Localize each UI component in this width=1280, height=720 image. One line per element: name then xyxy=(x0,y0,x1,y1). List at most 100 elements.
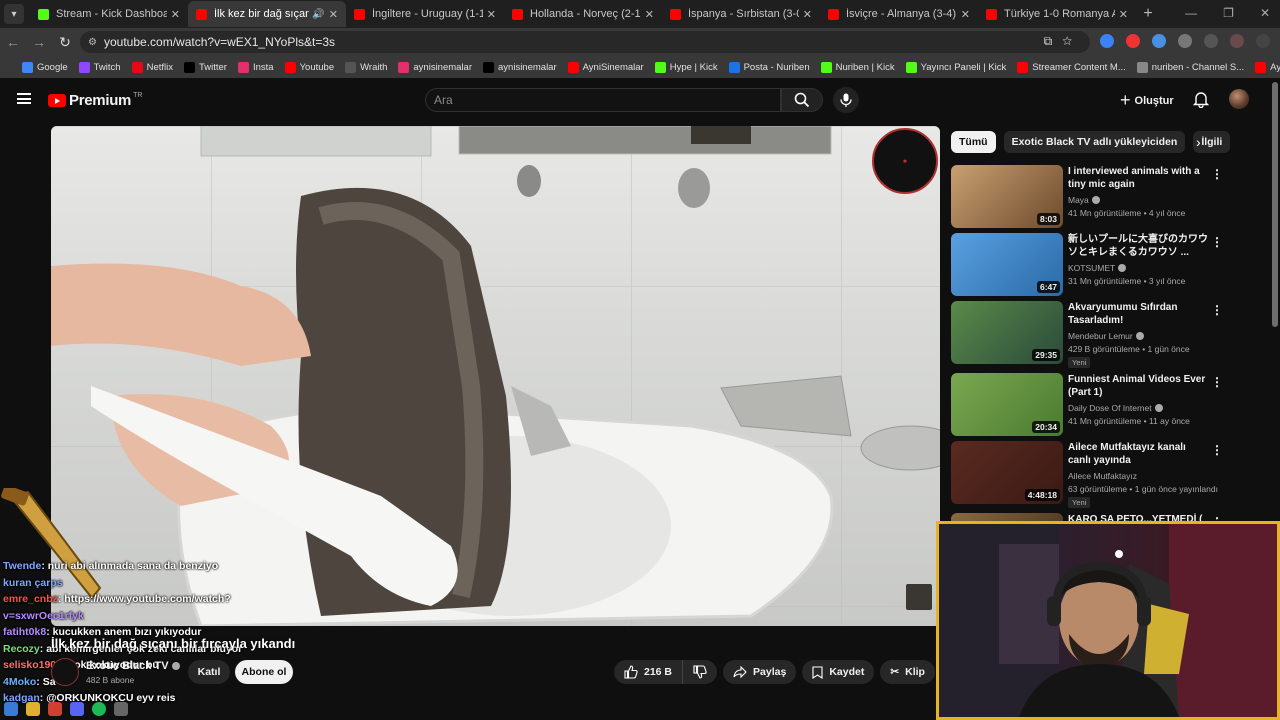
bookmark-item[interactable]: Nuriben | Kick xyxy=(820,61,895,73)
channel-name[interactable]: Exotic Black TV xyxy=(86,660,180,672)
share-button[interactable]: Paylaş xyxy=(723,660,797,684)
close-tab-icon[interactable]: ✕ xyxy=(1119,8,1128,21)
chevron-right-icon[interactable]: › xyxy=(1196,134,1201,150)
bookmark-item[interactable]: nuriben - Channel S... xyxy=(1136,61,1244,73)
page-scrollbar[interactable] xyxy=(1272,82,1278,327)
recommended-video-title[interactable]: Akvaryumumu Sıfırdan Tasarladım! xyxy=(1068,301,1208,327)
clip-button[interactable]: ✂ Klip xyxy=(880,660,935,684)
bookmark-item[interactable]: Posta - Nuriben xyxy=(728,61,810,73)
media-control-icon[interactable] xyxy=(1204,34,1218,48)
file-explorer-icon[interactable] xyxy=(26,702,40,716)
menu-icon[interactable] xyxy=(17,93,31,104)
account-avatar[interactable] xyxy=(1229,89,1249,109)
search-button[interactable] xyxy=(781,88,823,112)
profile-icon[interactable] xyxy=(1230,34,1244,48)
notifications-bell-icon[interactable] xyxy=(1192,90,1210,108)
recommended-video-title[interactable]: 新しいプールに大喜びのカワウソとキレまくるカワウソ ... xyxy=(1068,233,1208,259)
forward-icon[interactable]: → xyxy=(26,34,52,50)
video-thumbnail[interactable]: 8:03 xyxy=(951,165,1063,228)
filter-chip[interactable]: Exotic Black TV adlı yükleyiciden xyxy=(1003,131,1186,153)
bookmark-item[interactable]: Yayıncı Paneli | Kick xyxy=(905,61,1006,73)
close-window-icon[interactable]: ✕ xyxy=(1260,6,1270,20)
recommended-video[interactable]: 4:48:18 Ailece Mutfaktayız kanalı canlı y… xyxy=(951,441,1271,508)
video-player[interactable]: ✶ xyxy=(51,126,940,626)
recommended-channel[interactable]: KOTSUMET xyxy=(1068,263,1127,273)
bookmark-item[interactable]: Twitch xyxy=(78,61,121,73)
browser-tab[interactable]: İsviçre - Almanya (3-4) Maç Öze ✕ xyxy=(820,1,978,27)
more-options-icon[interactable]: ⋮ xyxy=(1211,375,1223,389)
browser-menu-icon[interactable] xyxy=(1256,34,1270,48)
more-options-icon[interactable]: ⋮ xyxy=(1211,443,1223,457)
channel-avatar[interactable] xyxy=(51,658,79,686)
close-tab-icon[interactable]: ✕ xyxy=(329,8,338,21)
maximize-icon[interactable]: ❐ xyxy=(1223,6,1234,20)
more-options-icon[interactable]: ⋮ xyxy=(1211,167,1223,181)
extensions-puzzle-icon[interactable] xyxy=(1178,34,1192,48)
extension-icon[interactable] xyxy=(1126,34,1140,48)
bookmark-item[interactable]: Wraith xyxy=(345,61,387,73)
create-button[interactable]: + Oluştur xyxy=(1120,90,1174,111)
browser-tab[interactable]: İngiltere - Uruguay (1-1) Maç Ö ✕ xyxy=(346,1,504,27)
start-icon[interactable] xyxy=(4,702,18,716)
bookmark-item[interactable]: Netflix xyxy=(131,61,173,73)
chrome-icon[interactable] xyxy=(48,702,62,716)
extension-icon[interactable] xyxy=(1152,34,1166,48)
video-thumbnail[interactable]: 4:48:18 xyxy=(951,441,1063,504)
close-tab-icon[interactable]: ✕ xyxy=(645,8,654,21)
recommended-channel[interactable]: Maya xyxy=(1068,195,1100,205)
close-tab-icon[interactable]: ✕ xyxy=(803,8,812,21)
browser-tab[interactable]: İlk kez bir dağ sıçanı bir fırç🔊 ✕ xyxy=(188,1,346,27)
url-field[interactable]: ⚙ youtube.com/watch?v=wEX1_NYoPls&t=3s ⧉… xyxy=(80,31,1090,53)
subscribe-button[interactable]: Abone ol xyxy=(235,660,293,684)
app-icon[interactable] xyxy=(114,702,128,716)
recommended-video[interactable]: 20:34 Funniest Animal Videos Ever (Part 1… xyxy=(951,373,1271,439)
minimize-icon[interactable]: — xyxy=(1185,6,1197,20)
bookmark-item[interactable]: Streamer Content M... xyxy=(1017,61,1126,73)
recommended-video-title[interactable]: Ailece Mutfaktayız kanalı canlı yayında xyxy=(1068,441,1208,467)
bookmark-item[interactable]: Google xyxy=(22,61,68,73)
bookmark-item[interactable]: AyniSinemalar xyxy=(567,61,644,73)
bookmark-item[interactable]: aynisinemalar xyxy=(483,61,557,73)
channel-watermark[interactable]: ✶ xyxy=(872,128,938,194)
close-tab-icon[interactable]: ✕ xyxy=(171,8,180,21)
discord-icon[interactable] xyxy=(70,702,84,716)
bookmark-item[interactable]: Twitter xyxy=(183,61,227,73)
browser-tab[interactable]: Stream - Kick Dashboard ✕ xyxy=(30,1,188,27)
back-icon[interactable]: ← xyxy=(0,34,26,50)
bookmark-item[interactable]: aynisinemalar xyxy=(398,61,472,73)
recommended-channel[interactable]: Daily Dose Of Internet xyxy=(1068,403,1163,413)
join-button[interactable]: Katıl xyxy=(188,660,230,684)
new-tab-button[interactable]: + xyxy=(1136,5,1160,23)
recommended-video-title[interactable]: Funniest Animal Videos Ever (Part 1) xyxy=(1068,373,1208,399)
bookmark-item[interactable]: Insta xyxy=(237,61,274,73)
extension-icon[interactable] xyxy=(1100,34,1114,48)
youtube-logo[interactable]: Premium TR xyxy=(48,92,142,109)
bookmark-item[interactable]: Youtube xyxy=(284,61,334,73)
end-screen-thumbnail[interactable] xyxy=(906,584,932,610)
recommended-channel[interactable]: Mendebur Lemur xyxy=(1068,331,1144,341)
recommended-video[interactable]: 6:47 新しいプールに大喜びのカワウソとキレまくるカワウソ ... KOTSUME… xyxy=(951,233,1271,299)
search-input[interactable]: Ara xyxy=(425,88,781,112)
more-options-icon[interactable]: ⋮ xyxy=(1211,235,1223,249)
bookmark-item[interactable]: Hype | Kick xyxy=(654,61,718,73)
bookmark-item[interactable]: Aynı Sinemalar - Ça... xyxy=(1255,61,1280,73)
reload-icon[interactable]: ↻ xyxy=(52,34,78,51)
close-tab-icon[interactable]: ✕ xyxy=(487,8,496,21)
recommended-video-title[interactable]: I interviewed animals with a tiny mic ag… xyxy=(1068,165,1208,191)
browser-tab[interactable]: İspanya - Sırbistan (3-0) Maç Ö ✕ xyxy=(662,1,820,27)
site-info-icon[interactable]: ⚙ xyxy=(88,37,97,48)
save-button[interactable]: Kaydet xyxy=(802,660,875,684)
more-options-icon[interactable]: ⋮ xyxy=(1211,303,1223,317)
speaker-icon[interactable]: 🔊 xyxy=(312,9,324,20)
video-thumbnail[interactable]: 6:47 xyxy=(951,233,1063,296)
video-thumbnail[interactable]: 20:34 xyxy=(951,373,1063,436)
recommended-channel[interactable]: Ailece Mutfaktayız xyxy=(1068,471,1137,481)
video-thumbnail[interactable]: 29:35 xyxy=(951,301,1063,364)
browser-tab[interactable]: Türkiye 1-0 Romanya Analizi - ✕ xyxy=(978,1,1136,27)
filter-chip[interactable]: Tümü xyxy=(951,131,996,153)
spotify-icon[interactable] xyxy=(92,702,106,716)
recommended-video[interactable]: 8:03 I interviewed animals with a tiny mi… xyxy=(951,165,1271,231)
like-button[interactable]: 216 B xyxy=(614,660,684,684)
recommended-video[interactable]: 29:35 Akvaryumumu Sıfırdan Tasarladım! Men… xyxy=(951,301,1271,368)
close-tab-icon[interactable]: ✕ xyxy=(961,8,970,21)
